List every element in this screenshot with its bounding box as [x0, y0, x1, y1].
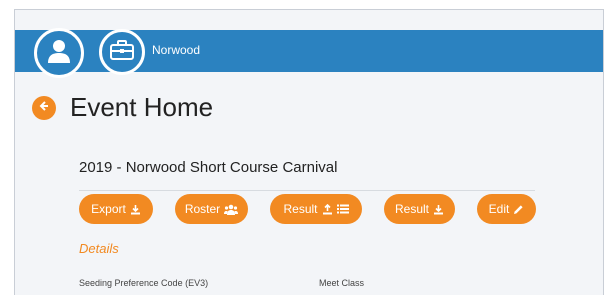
download-icon	[433, 204, 444, 215]
main-content: Event Home 2019 - Norwood Short Course C…	[15, 72, 603, 295]
download-icon	[130, 204, 141, 215]
result-upload-button[interactable]: Result	[270, 194, 362, 224]
briefcase-icon	[109, 39, 135, 66]
export-button[interactable]: Export	[79, 194, 153, 224]
edit-button-label: Edit	[488, 202, 510, 216]
details-heading: Details	[79, 241, 119, 256]
export-button-label: Export	[91, 202, 126, 216]
pencil-icon	[513, 204, 524, 215]
divider	[79, 190, 535, 191]
roster-button-label: Roster	[184, 202, 221, 216]
list-icon	[336, 204, 349, 214]
meet-class-label: Meet Class	[319, 278, 365, 288]
result-upload-button-label: Result	[283, 202, 318, 216]
result-download-button[interactable]: Result	[384, 194, 455, 224]
result-download-button-label: Result	[394, 202, 429, 216]
user-profile-button[interactable]	[34, 28, 84, 78]
organization-button[interactable]	[99, 29, 145, 75]
organization-name: Norwood	[152, 43, 201, 57]
page-title: Event Home	[70, 92, 214, 122]
upload-icon	[322, 203, 333, 215]
seeding-preference-label: Seeding Preference Code (EV3)	[79, 278, 209, 288]
edit-button[interactable]: Edit	[477, 194, 536, 224]
event-name: 2019 - Norwood Short Course Carnival	[79, 159, 338, 176]
arrow-left-icon	[38, 99, 50, 117]
user-icon	[47, 38, 71, 69]
roster-button[interactable]: Roster	[175, 194, 248, 224]
app-frame: Norwood Event Home 2019 - Norwood Short …	[14, 9, 604, 295]
back-button[interactable]	[32, 96, 56, 120]
users-icon	[224, 204, 239, 215]
